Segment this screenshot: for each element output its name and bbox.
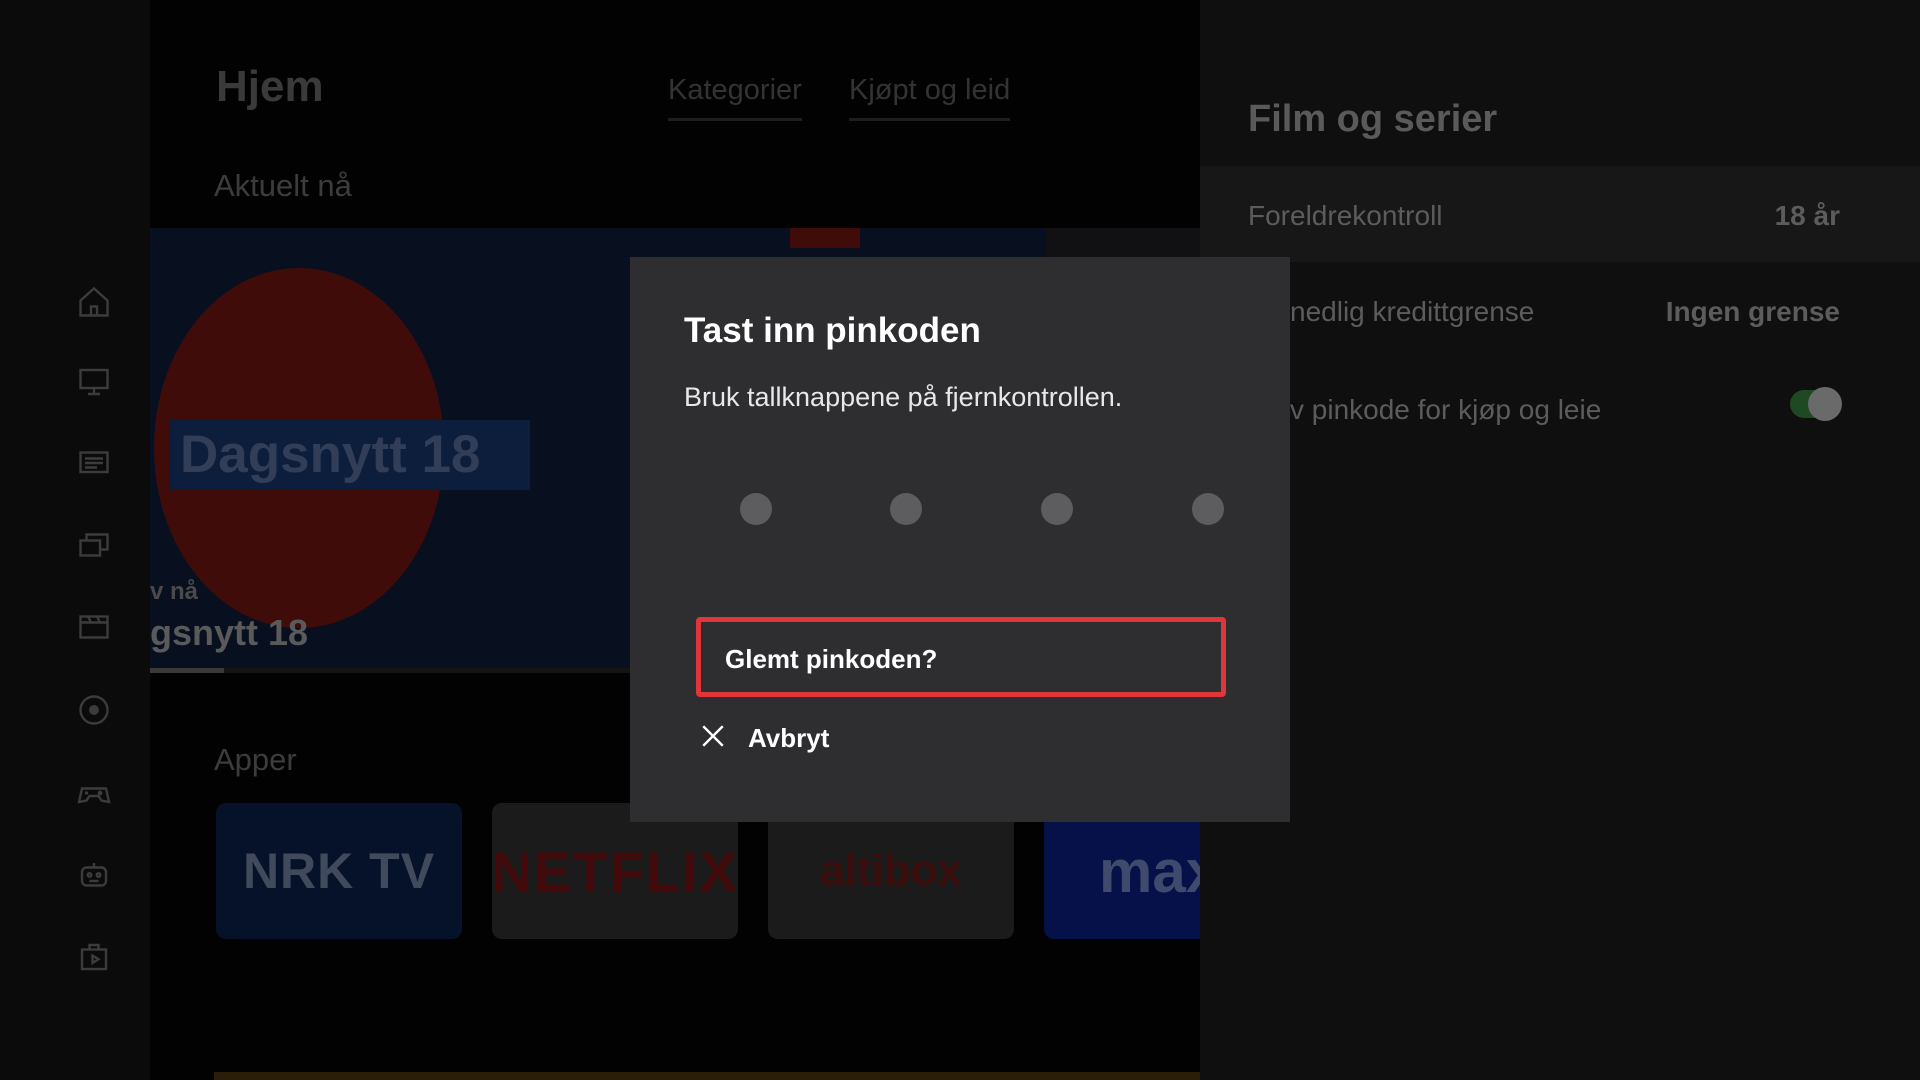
app-tile-label: max bbox=[1099, 837, 1200, 905]
pin-purchase-toggle[interactable] bbox=[1790, 387, 1842, 421]
guide-icon[interactable] bbox=[76, 445, 112, 481]
library-icon[interactable] bbox=[76, 527, 112, 563]
hero-logo-text: Dagsnytt 18 bbox=[180, 425, 481, 484]
movies-icon[interactable] bbox=[76, 609, 112, 645]
app-tile-nrk-tv[interactable]: NRK TV bbox=[216, 803, 462, 939]
cancel-label: Avbryt bbox=[748, 723, 830, 753]
tv-icon[interactable] bbox=[76, 364, 112, 400]
tab-label: Kjøpt og leid bbox=[849, 74, 1011, 106]
cancel-button[interactable]: Avbryt bbox=[700, 713, 960, 761]
record-icon[interactable] bbox=[76, 692, 112, 728]
setting-label: Foreldrekontroll bbox=[1248, 200, 1443, 231]
pin-dialog: Tast inn pinkoden Bruk tallknappene på f… bbox=[630, 257, 1290, 822]
tab-label: Kategorier bbox=[668, 74, 802, 106]
dialog-title: Tast inn pinkoden bbox=[684, 311, 981, 350]
app-tile-max[interactable]: max bbox=[1044, 803, 1200, 939]
setting-row-parental-control[interactable]: Foreldrekontroll 18 år bbox=[1200, 166, 1920, 262]
forgot-pin-button[interactable]: Glemt pinkoden? bbox=[696, 617, 1226, 697]
pin-digit-4 bbox=[1192, 493, 1224, 525]
pin-digit-1 bbox=[740, 493, 772, 525]
page-title: Hjem bbox=[216, 62, 324, 111]
hero-progress-fill bbox=[150, 668, 224, 673]
next-row-strip bbox=[214, 1072, 1200, 1080]
settings-panel: Film og serier Foreldrekontroll 18 år ne… bbox=[1200, 0, 1920, 1080]
app-tile-label: altibox bbox=[820, 846, 962, 895]
setting-value: Ingen grense bbox=[1665, 296, 1840, 327]
setting-row-credit-limit[interactable]: nedlig kredittgrense Ingen grense bbox=[1200, 262, 1920, 358]
pin-digit-3 bbox=[1041, 493, 1073, 525]
hero-program-name: gsnytt 18 bbox=[150, 612, 309, 653]
toggle-knob bbox=[1808, 387, 1842, 421]
home-icon[interactable] bbox=[76, 284, 112, 320]
setting-label: nedlig kredittgrense bbox=[1290, 296, 1535, 327]
tab-categories[interactable]: Kategorier bbox=[668, 74, 802, 121]
tab-underline bbox=[849, 118, 1011, 121]
app-tile-label: NRK TV bbox=[242, 843, 436, 899]
app-tile-label: NETFLIX bbox=[492, 839, 738, 903]
kids-icon[interactable] bbox=[76, 857, 112, 893]
section-title-apps: Apper bbox=[214, 742, 297, 777]
games-icon[interactable] bbox=[76, 775, 112, 811]
hero-artwork-bar bbox=[790, 228, 860, 248]
app-tile-netflix[interactable]: NETFLIX bbox=[492, 803, 738, 939]
tab-underline bbox=[668, 118, 802, 121]
forgot-pin-label: Glemt pinkoden? bbox=[725, 644, 938, 674]
hero-subtitle: v nå bbox=[150, 578, 199, 605]
setting-row-pin-purchase[interactable]: v pinkode for kjøp og leie bbox=[1200, 360, 1920, 456]
close-icon bbox=[702, 725, 724, 747]
tab-purchased[interactable]: Kjøpt og leid bbox=[849, 74, 1011, 121]
store-icon[interactable] bbox=[76, 939, 112, 975]
app-tile-altibox[interactable]: altibox bbox=[768, 803, 1014, 939]
pin-digit-2 bbox=[890, 493, 922, 525]
dialog-subtitle: Bruk tallknappene på fjernkontrollen. bbox=[684, 382, 1123, 412]
sidebar bbox=[0, 0, 150, 1080]
panel-title: Film og serier bbox=[1248, 98, 1498, 140]
setting-value: 18 år bbox=[1774, 200, 1840, 231]
section-title-now: Aktuelt nå bbox=[214, 168, 352, 203]
setting-label: v pinkode for kjøp og leie bbox=[1290, 394, 1602, 425]
